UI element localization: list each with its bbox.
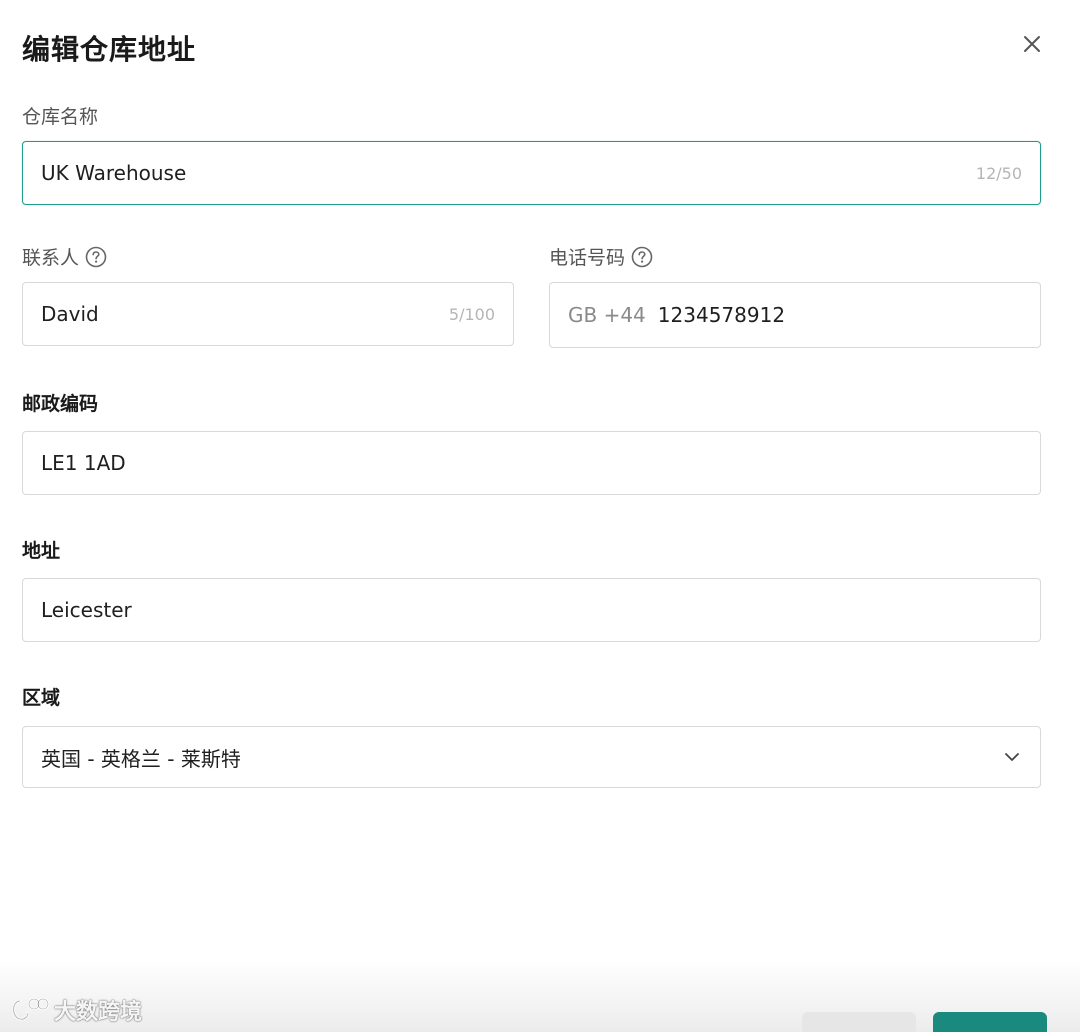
dialog-title: 编辑仓库地址 xyxy=(22,33,197,66)
phone-input[interactable]: GB +44 1234578912 xyxy=(549,282,1041,348)
region-label-text: 区域 xyxy=(22,687,61,709)
contact-label-text: 联系人 xyxy=(22,247,80,269)
phone-label: 电话号码 xyxy=(549,243,653,270)
contact-counter: 5/100 xyxy=(448,304,495,324)
region-select[interactable]: 英国 - 英格兰 - 莱斯特 xyxy=(22,726,1041,788)
cancel-button[interactable] xyxy=(802,1012,916,1032)
phone-label-text: 电话号码 xyxy=(549,247,626,269)
footer-fade xyxy=(0,960,1080,1032)
warehouse-name-label-text: 仓库名称 xyxy=(22,106,99,128)
warehouse-name-counter: 12/50 xyxy=(975,163,1022,183)
postal-code-input[interactable]: LE1 1AD xyxy=(22,431,1041,495)
help-icon[interactable] xyxy=(85,246,107,268)
address-input[interactable]: Leicester xyxy=(22,578,1041,642)
watermark-text: 大数跨境 xyxy=(54,1000,143,1025)
help-icon[interactable] xyxy=(631,246,653,268)
address-label-text: 地址 xyxy=(22,540,61,562)
contact-value: David xyxy=(41,302,99,326)
chevron-down-icon xyxy=(1005,753,1019,761)
warehouse-name-label: 仓库名称 xyxy=(22,102,98,129)
country-code-select[interactable]: GB +44 xyxy=(568,303,646,327)
warehouse-name-value: UK Warehouse xyxy=(41,161,187,185)
contact-input[interactable]: David 5/100 xyxy=(22,282,514,346)
region-value: 英国 - 英格兰 - 莱斯特 xyxy=(41,746,241,771)
close-icon xyxy=(1024,36,1040,52)
postal-code-label: 邮政编码 xyxy=(22,389,98,416)
confirm-button[interactable] xyxy=(933,1012,1047,1032)
postal-code-value: LE1 1AD xyxy=(41,451,126,475)
contact-label: 联系人 xyxy=(22,243,107,270)
close-button[interactable] xyxy=(1016,28,1048,60)
address-value: Leicester xyxy=(41,598,132,622)
watermark-logo-icon xyxy=(12,997,50,1021)
watermark: 大数跨境 xyxy=(8,994,142,1026)
postal-code-label-text: 邮政编码 xyxy=(22,393,99,415)
phone-value: 1234578912 xyxy=(657,303,786,327)
address-label: 地址 xyxy=(22,536,60,563)
region-label: 区域 xyxy=(22,683,60,710)
warehouse-name-input[interactable]: UK Warehouse 12/50 xyxy=(22,141,1041,205)
